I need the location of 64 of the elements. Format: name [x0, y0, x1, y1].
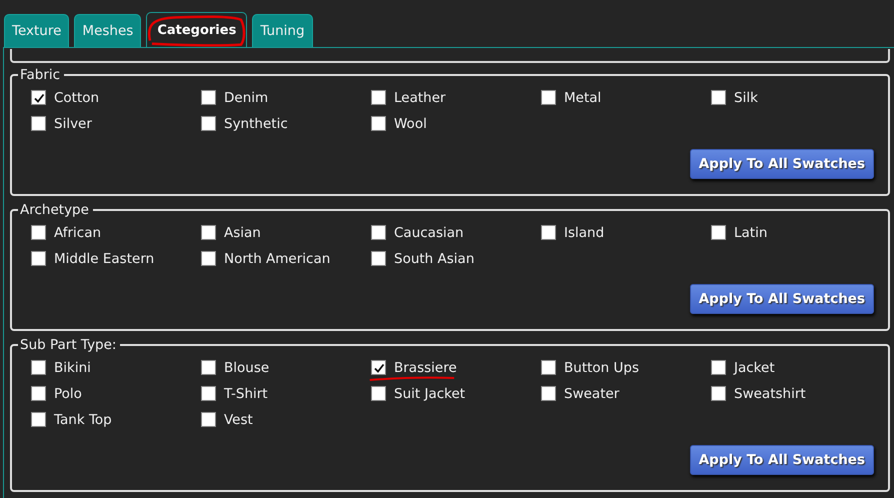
- checkbox[interactable]: [31, 412, 46, 427]
- checkbox[interactable]: [201, 116, 216, 131]
- checkbox-label: Bikini: [54, 360, 91, 376]
- checkbox-label: Vest: [224, 412, 253, 428]
- checkbox[interactable]: [201, 360, 216, 375]
- checkbox-label: North American: [224, 250, 330, 266]
- checkbox[interactable]: [31, 116, 46, 131]
- group-title: Sub Part Type:: [18, 337, 120, 353]
- apply-button[interactable]: Apply To All Swatches: [690, 445, 874, 475]
- tab[interactable]: Texture: [4, 14, 70, 47]
- checkbox[interactable]: [371, 225, 386, 240]
- checkbox[interactable]: [541, 90, 556, 105]
- checkbox-label: Blouse: [224, 360, 270, 376]
- apply-button[interactable]: Apply To All Swatches: [690, 284, 874, 314]
- checkbox-label: Cotton: [54, 90, 100, 106]
- checkbox[interactable]: [371, 386, 386, 401]
- checkbox[interactable]: [371, 360, 386, 375]
- checkbox[interactable]: [201, 90, 216, 105]
- checkbox[interactable]: [201, 412, 216, 427]
- checkbox[interactable]: [31, 90, 46, 105]
- checkbox-label: South Asian: [394, 250, 474, 266]
- checkbox[interactable]: [31, 386, 46, 401]
- checkbox[interactable]: [711, 225, 726, 240]
- tab[interactable]: Tuning: [252, 14, 313, 47]
- checkbox[interactable]: [711, 360, 726, 375]
- checkbox-label: Asian: [224, 224, 261, 240]
- checkbox-label: Synthetic: [224, 116, 288, 132]
- checkbox-label: Sweater: [564, 386, 620, 402]
- checkbox[interactable]: [31, 225, 46, 240]
- checkbox-label: Jacket: [734, 360, 775, 376]
- checkbox[interactable]: [31, 251, 46, 266]
- checkbox-label: Middle Eastern: [54, 250, 154, 266]
- checkbox-label: Latin: [734, 224, 768, 240]
- checkbox[interactable]: [541, 225, 556, 240]
- checkbox-label: Sweatshirt: [734, 386, 806, 402]
- checkbox-label: Suit Jacket: [394, 386, 466, 402]
- checkbox-label: African: [54, 224, 102, 240]
- checkbox[interactable]: [371, 90, 386, 105]
- checkbox[interactable]: [201, 251, 216, 266]
- checkbox-label: Silver: [54, 116, 92, 132]
- checkbox[interactable]: [541, 360, 556, 375]
- checkbox[interactable]: [371, 116, 386, 131]
- checkbox-label: Brassiere: [394, 360, 457, 376]
- checkbox-label: Caucasian: [394, 224, 464, 240]
- checkbox-label: Island: [564, 224, 604, 240]
- checkbox-label: T-Shirt: [224, 386, 268, 402]
- checkbox[interactable]: [711, 90, 726, 105]
- apply-button[interactable]: Apply To All Swatches: [690, 149, 874, 179]
- checkbox-label: Denim: [224, 90, 268, 106]
- checkbox-label: Button Ups: [564, 360, 639, 376]
- checkbox[interactable]: [541, 386, 556, 401]
- checkbox-label: Polo: [54, 386, 82, 402]
- checkbox-label: Tank Top: [54, 412, 112, 428]
- checkbox-label: Leather: [394, 90, 446, 106]
- checkbox[interactable]: [201, 225, 216, 240]
- checkbox[interactable]: [31, 360, 46, 375]
- checkbox[interactable]: [201, 386, 216, 401]
- checkbox[interactable]: [711, 386, 726, 401]
- checkbox[interactable]: [371, 251, 386, 266]
- tab[interactable]: Meshes: [74, 14, 142, 47]
- checkbox-label: Metal: [564, 90, 602, 106]
- checkbox-label: Wool: [394, 116, 427, 132]
- checkbox-label: Silk: [734, 90, 758, 106]
- group-title: Archetype: [18, 202, 93, 218]
